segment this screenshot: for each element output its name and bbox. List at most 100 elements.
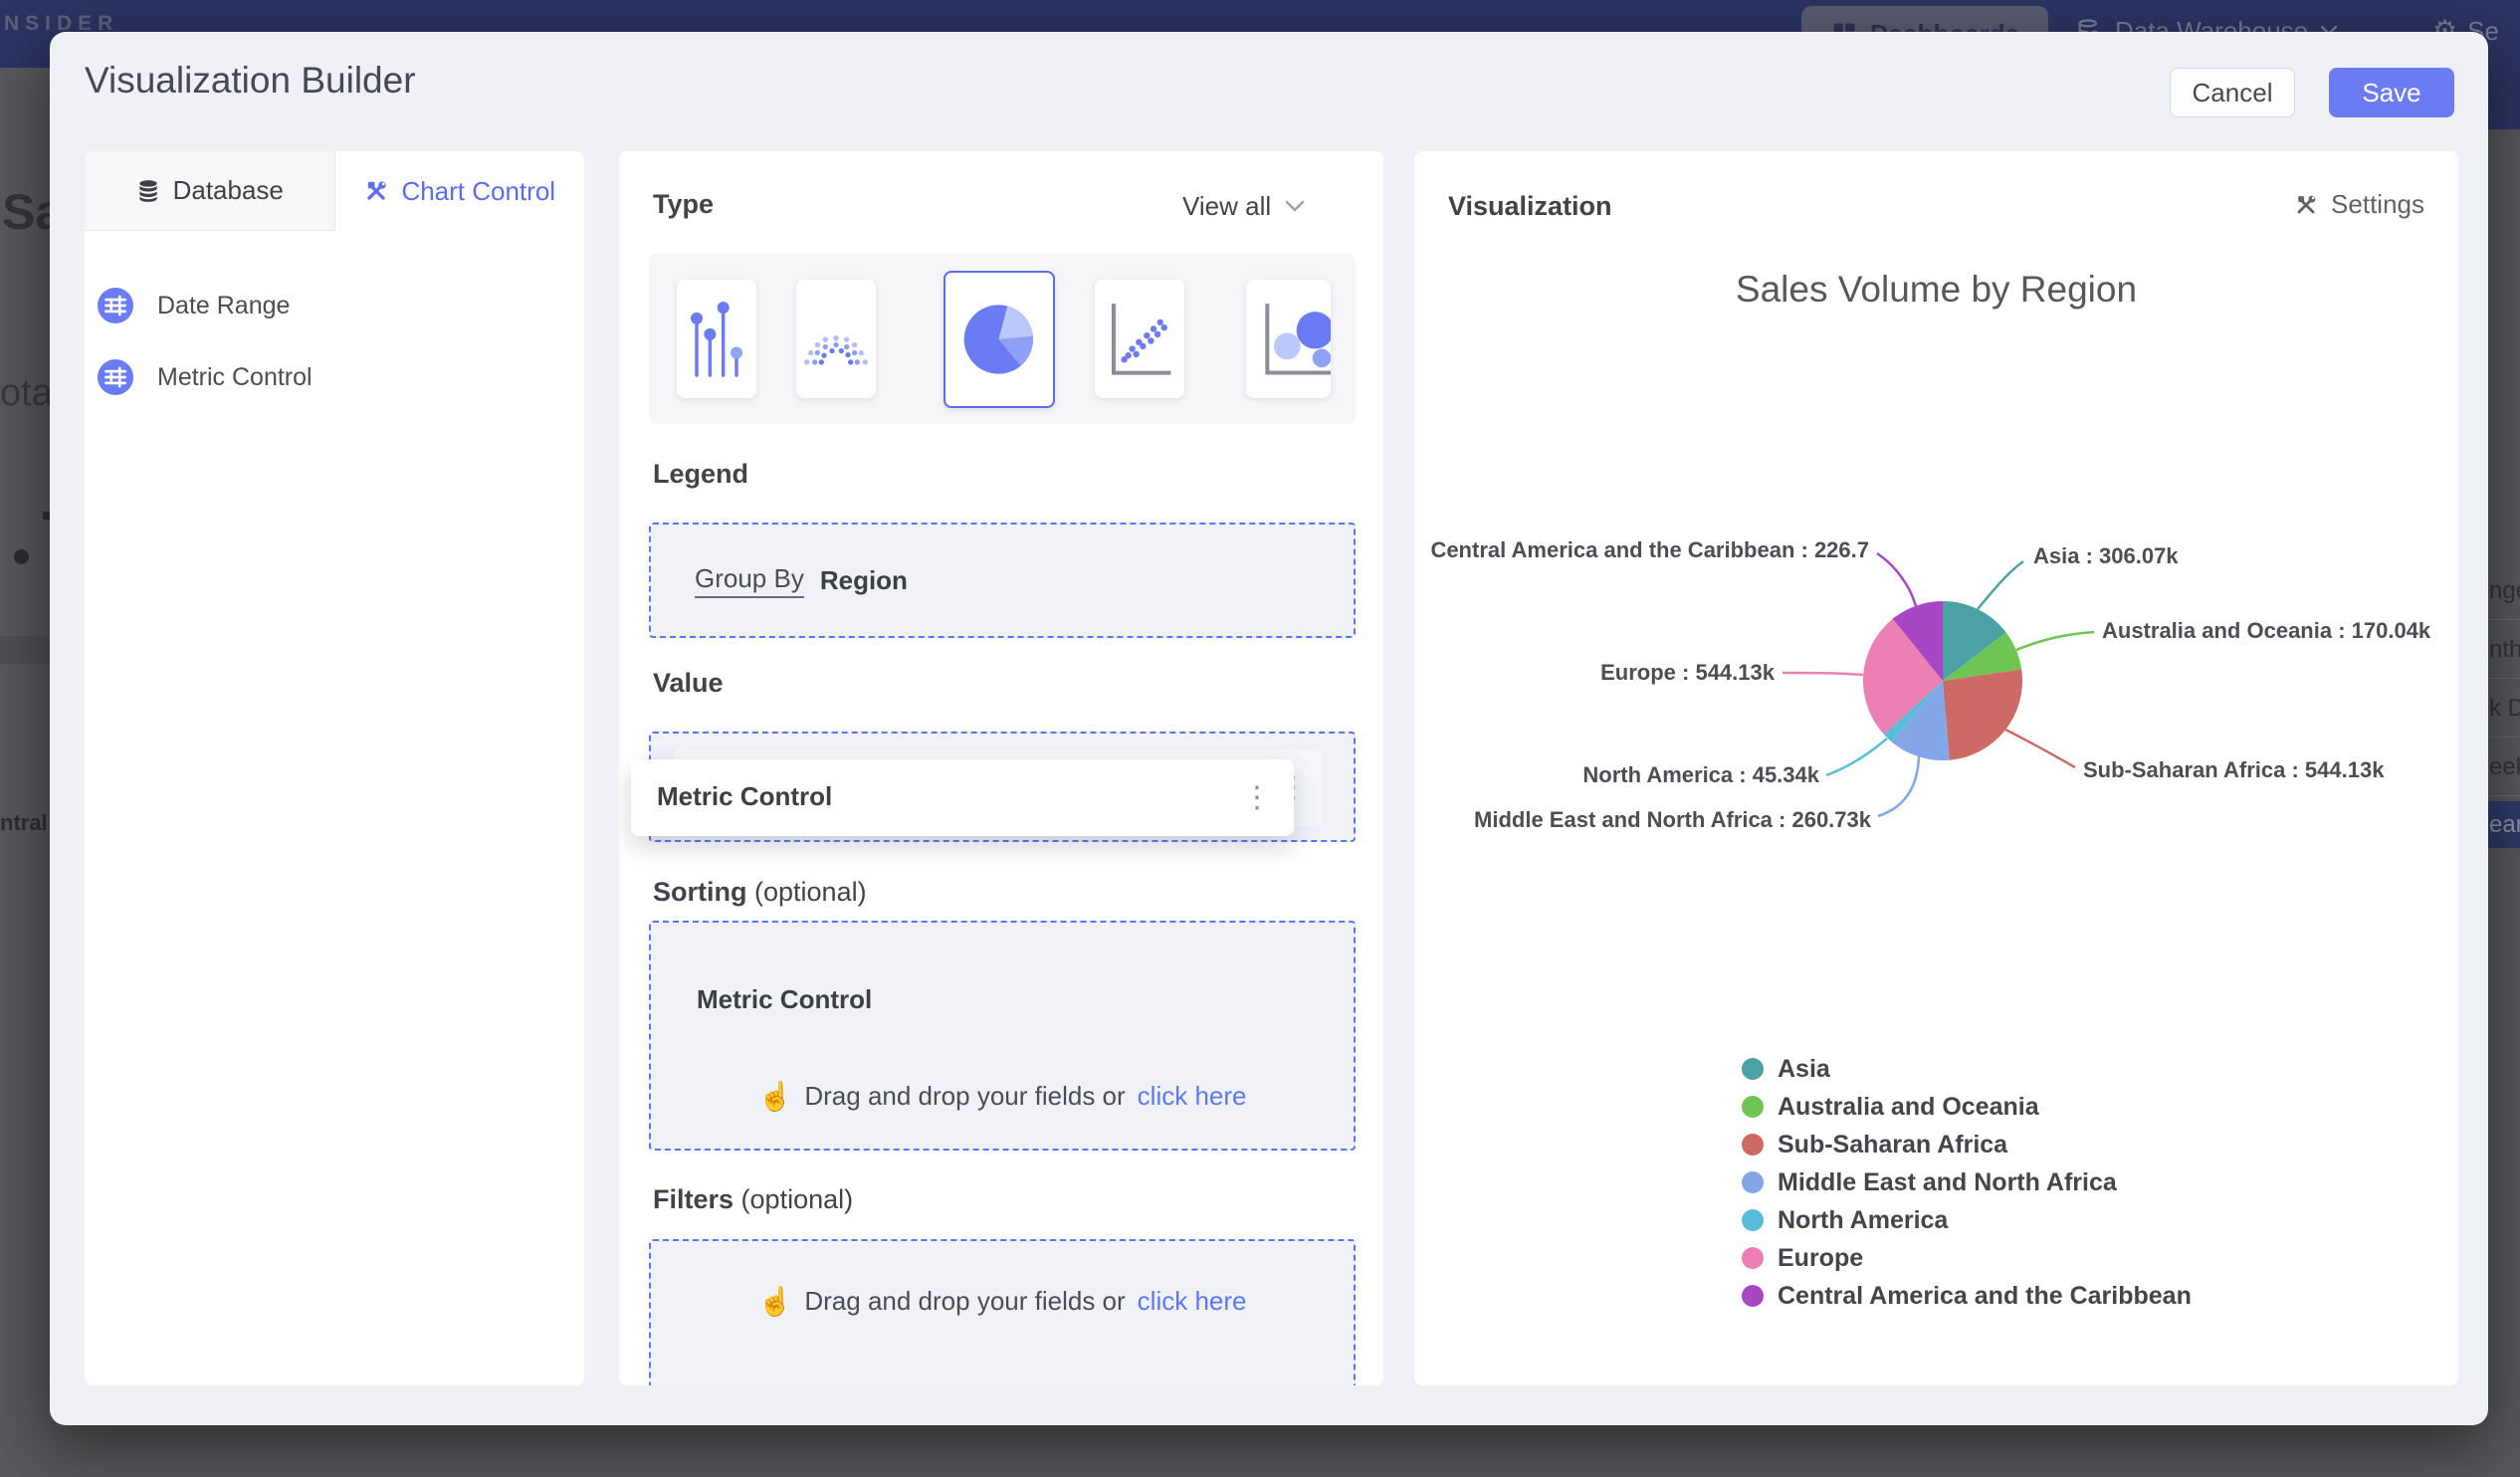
- sorting-dropzone[interactable]: Metric Control ☝ Drag and drop your fiel…: [649, 921, 1356, 1151]
- chart-legend: Asia Australia and Oceania Sub-Saharan Afr…: [1742, 1050, 2192, 1315]
- legend-swatch: [1742, 1247, 1764, 1269]
- database-icon: [138, 179, 157, 202]
- sorting-section-title: Sorting (optional): [653, 877, 867, 907]
- click-here-link[interactable]: click here: [1138, 1081, 1247, 1112]
- legend-label: Sub-Saharan Africa: [1778, 1130, 2008, 1159]
- pie-chart: Asia : 306.07k Australia and Oceania : 1…: [1430, 537, 2431, 832]
- leader-line: [1876, 551, 1918, 607]
- pie-slice-2[interactable]: [1943, 669, 2023, 760]
- tap-icon: ☝: [757, 1286, 793, 1317]
- chart-title: Sales Volume by Region: [1735, 269, 2138, 310]
- legend-label: Middle East and North Africa: [1778, 1167, 2117, 1196]
- legend-item[interactable]: Central America and the Caribbean: [1742, 1277, 2192, 1315]
- chart-type-bubble[interactable]: [1246, 280, 1331, 398]
- legend-section-title: Legend: [653, 459, 749, 489]
- sidebar-item-label: Date Range: [157, 291, 291, 319]
- legend-label: North America: [1778, 1205, 1949, 1234]
- legend-item[interactable]: Asia: [1742, 1050, 2192, 1088]
- group-by-button[interactable]: Group By: [695, 563, 804, 598]
- legend-item[interactable]: Australia and Oceania: [1742, 1088, 2192, 1126]
- slice-label: Sub-Saharan Africa : 544.13k: [2083, 757, 2385, 782]
- control-sliders-icon: [98, 359, 133, 395]
- click-here-link[interactable]: click here: [1138, 1286, 1247, 1317]
- legend-item[interactable]: Europe: [1742, 1239, 2192, 1277]
- control-sliders-icon: [98, 288, 133, 323]
- controls-panel: Database Chart Control Date Range Metric…: [85, 151, 584, 1385]
- legend-label: Australia and Oceania: [1778, 1092, 2039, 1121]
- tab-database-label: Database: [172, 175, 284, 205]
- save-button[interactable]: Save: [2329, 68, 2454, 117]
- legend-label: Europe: [1778, 1243, 1864, 1272]
- legend-item[interactable]: Sub-Saharan Africa: [1742, 1126, 2192, 1163]
- chevron-down-icon: [1285, 200, 1305, 212]
- bg-menu-item-selected: ear: [2488, 801, 2520, 848]
- type-section-title: Type: [653, 189, 715, 219]
- leader-line: [1782, 671, 1864, 677]
- tap-icon: ☝: [757, 1081, 793, 1112]
- legend-dropzone[interactable]: Group By Region: [649, 523, 1356, 638]
- background-right-menu: nge nth k D eek ear: [2488, 129, 2520, 1477]
- drop-hint: ☝ Drag and drop your fields or click her…: [651, 1285, 1354, 1318]
- navbar-right-patch: [2488, 68, 2520, 129]
- drop-hint-text: Drag and drop your fields or: [804, 1286, 1126, 1316]
- leader-line: [2015, 630, 2095, 652]
- slice-label: Middle East and North Africa : 260.73k: [1474, 807, 1872, 832]
- bg-menu-divider: [2488, 678, 2520, 679]
- drop-hint: ☝ Drag and drop your fields or click her…: [651, 1080, 1354, 1113]
- viz-settings-button[interactable]: Settings: [2293, 189, 2424, 220]
- panel-tabs: Database Chart Control: [85, 151, 584, 231]
- legend-swatch: [1742, 1058, 1764, 1080]
- value-section-title: Value: [653, 668, 724, 698]
- slice-label: Central America and the Caribbean : 226.…: [1430, 537, 1869, 562]
- leader-line: [2004, 728, 2076, 769]
- view-all-button[interactable]: View all: [1182, 191, 1305, 222]
- value-chip-dragging[interactable]: Metric Control ⋮: [631, 759, 1294, 836]
- legend-swatch: [1742, 1134, 1764, 1156]
- chart-type-arc-dots[interactable]: [796, 280, 876, 398]
- sidebar-item-label: Metric Control: [157, 362, 313, 391]
- legend-swatch: [1742, 1209, 1764, 1231]
- group-by-value: Region: [819, 564, 908, 595]
- leader-line: [1877, 755, 1921, 818]
- slice-label: Asia : 306.07k: [2033, 543, 2179, 568]
- legend-swatch: [1742, 1096, 1764, 1118]
- tools-icon: [2297, 195, 2316, 213]
- bg-menu-divider: [2488, 737, 2520, 738]
- legend-item[interactable]: North America: [1742, 1201, 2192, 1239]
- kebab-menu-icon[interactable]: ⋮: [1242, 782, 1272, 813]
- bg-divider-band: [0, 636, 50, 664]
- tab-database[interactable]: Database: [85, 151, 335, 231]
- tools-icon: [367, 181, 387, 200]
- sidebar-item-date-range[interactable]: Date Range: [98, 288, 290, 323]
- leader-line: [1977, 559, 2024, 610]
- chart-type-strip: [649, 254, 1356, 424]
- bg-bullet-fragment: [14, 549, 29, 564]
- bg-tick-fragment: [43, 512, 50, 520]
- chart-type-pie-selected[interactable]: [944, 271, 1055, 408]
- bg-heading-fragment: Sal: [2, 184, 50, 240]
- modal-title: Visualization Builder: [85, 60, 416, 101]
- slice-label: Australia and Oceania : 170.04k: [2102, 618, 2431, 643]
- filters-dropzone[interactable]: ☝ Drag and drop your fields or click her…: [649, 1239, 1356, 1385]
- visualization-panel: Visualization Settings Sales Volume by R…: [1414, 151, 2458, 1385]
- bg-menu-item: nth: [2489, 636, 2520, 663]
- legend-item[interactable]: Middle East and North Africa: [1742, 1163, 2192, 1201]
- sidebar-item-metric-control[interactable]: Metric Control: [98, 359, 313, 395]
- builder-panel: Type View all Legend Group By Region Val…: [619, 151, 1383, 1385]
- legend-swatch: [1742, 1285, 1764, 1307]
- bg-menu-item: eek: [2489, 753, 2520, 780]
- tab-chart-control[interactable]: Chart Control: [335, 151, 585, 231]
- bg-text-fragment: ota: [0, 372, 50, 414]
- drop-hint-text: Drag and drop your fields or: [804, 1081, 1126, 1111]
- slice-label: Europe : 544.13k: [1600, 660, 1776, 685]
- cancel-button[interactable]: Cancel: [2170, 68, 2295, 117]
- legend-swatch: [1742, 1171, 1764, 1193]
- filters-section-title: Filters (optional): [653, 1184, 854, 1214]
- chart-type-scatter[interactable]: [1095, 280, 1184, 398]
- screen: NSIDER Dashboards Data Warehouse ⚙ Se Sa…: [0, 0, 2520, 1477]
- sorting-chip-label: Metric Control: [697, 984, 873, 1014]
- chart-type-lollipop[interactable]: [677, 280, 756, 398]
- bg-menu-divider: [2488, 619, 2520, 620]
- bg-menu-item: nge: [2489, 577, 2520, 604]
- visualization-header: Visualization: [1448, 191, 1612, 221]
